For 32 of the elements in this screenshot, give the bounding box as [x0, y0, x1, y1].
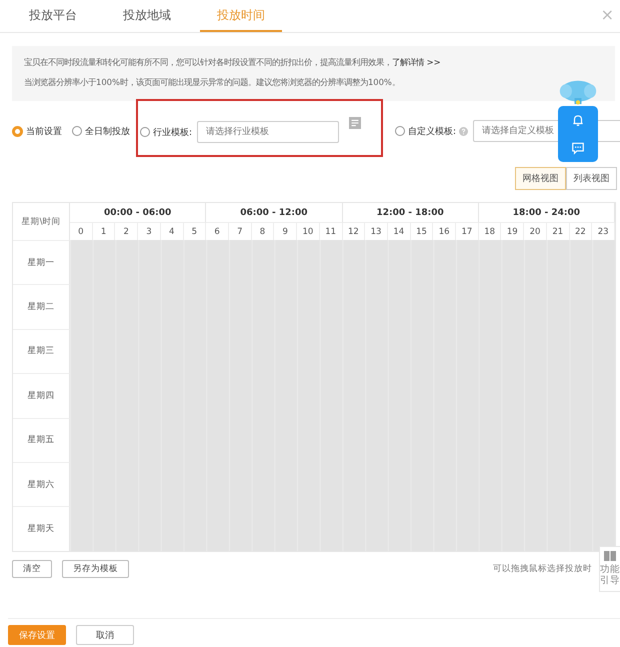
time-range-header: 00:00 - 06:00 [70, 203, 206, 223]
radio-button[interactable] [72, 126, 82, 136]
time-range-header: 12:00 - 18:00 [342, 203, 479, 223]
view-toggle[interactable]: 列表视图 [566, 167, 617, 190]
corner-header: 星期\时间 [13, 203, 70, 240]
help-icon[interactable] [459, 126, 468, 136]
action-button[interactable]: 另存为模板 [62, 560, 129, 578]
time-range-header: 06:00 - 12:00 [206, 203, 342, 223]
option-label: 当前设置 [26, 126, 62, 138]
bell-icon[interactable] [571, 113, 585, 127]
time-range-header: 18:00 - 24:00 [478, 203, 615, 223]
book-icon [604, 551, 616, 561]
radio-button[interactable] [140, 127, 150, 137]
action-button[interactable]: 清空 [12, 560, 52, 578]
notice-text: 宝贝在不同时段流量和转化可能有所不同，您可以针对各时段设置不同的折扣出价，提高流量利用效果，了解详情 >> [24, 56, 442, 69]
tab[interactable]: 投放地域 [106, 0, 188, 32]
footer-button[interactable]: 取消 [76, 625, 134, 645]
radio-button[interactable] [12, 126, 23, 136]
guide-text: 功能引导 [600, 564, 620, 587]
learn-more-link[interactable]: 了解详情 >> [392, 57, 441, 67]
radio-button[interactable] [395, 126, 406, 136]
template-icon[interactable] [349, 117, 362, 129]
notice-text: 当浏览器分辨率小于100%时，该页面可能出现显示异常的问题。建议您将浏览器的分辨率调整为100%。 [24, 76, 401, 89]
option-label: 全日制投放 [85, 126, 130, 138]
tab[interactable]: 投放平台 [12, 0, 94, 32]
view-toggle[interactable]: 网格视图 [515, 167, 566, 190]
template-select[interactable]: 请选择行业模板 [197, 121, 340, 143]
guide-tab[interactable]: 功能引导 [599, 546, 620, 592]
option-label: 行业模板: [153, 126, 192, 138]
option-label: 自定义模板: [408, 126, 456, 138]
hint-text: 可以拖拽鼠标选择投放时 [493, 562, 592, 575]
chat-icon[interactable] [571, 141, 585, 155]
